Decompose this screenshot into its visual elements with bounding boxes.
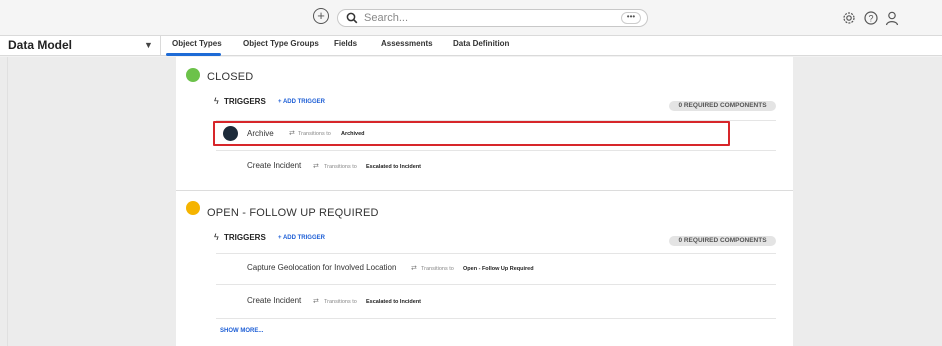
- tab-data-definition[interactable]: Data Definition: [453, 39, 509, 48]
- state-status-dot: [186, 201, 200, 215]
- highlight-box: [213, 121, 730, 146]
- add-trigger-button[interactable]: + ADD TRIGGER: [278, 235, 325, 241]
- divider: [160, 36, 161, 56]
- active-tab-indicator: [166, 53, 221, 56]
- gear-icon[interactable]: [841, 10, 857, 26]
- section-divider: [176, 190, 793, 191]
- transition-target: Open - Follow Up Required: [463, 266, 534, 272]
- state-status-dot: [186, 68, 200, 82]
- bolt-icon: ϟ: [214, 232, 219, 242]
- transition-arrows-icon: ⇄: [313, 298, 319, 305]
- triggers-label: TRIGGERS: [224, 233, 266, 242]
- svg-text:?: ?: [868, 14, 873, 24]
- help-icon[interactable]: ?: [863, 10, 879, 26]
- tab-object-types[interactable]: Object Types: [172, 39, 222, 48]
- transition-arrows-icon: ⇄: [313, 163, 319, 170]
- plus-circle-icon[interactable]: +: [313, 8, 329, 24]
- divider: [216, 253, 776, 254]
- left-panel: [0, 57, 8, 346]
- transition-label: Transitions to: [324, 164, 357, 170]
- triggers-label: TRIGGERS: [224, 97, 266, 106]
- transition-label: Transitions to: [421, 266, 454, 272]
- chevron-down-icon[interactable]: ▼: [144, 40, 153, 50]
- state-title: CLOSED: [207, 71, 254, 83]
- top-bar: + Search... ••• ?: [0, 0, 942, 36]
- bolt-icon: ϟ: [214, 96, 219, 106]
- trigger-name[interactable]: Capture Geolocation for Involved Locatio…: [247, 263, 396, 272]
- required-components-badge: 0 REQUIRED COMPONENTS: [669, 101, 776, 111]
- divider: [216, 150, 776, 151]
- tab-fields[interactable]: Fields: [334, 39, 357, 48]
- required-components-badge: 0 REQUIRED COMPONENTS: [669, 236, 776, 246]
- divider: [216, 284, 776, 285]
- transition-arrows-icon: ⇄: [411, 265, 417, 272]
- add-trigger-button[interactable]: + ADD TRIGGER: [278, 99, 325, 105]
- transition-target: Escalated to Incident: [366, 164, 422, 170]
- trigger-name[interactable]: Create Incident: [247, 296, 301, 305]
- page-title: Data Model: [8, 38, 73, 52]
- state-title: OPEN - FOLLOW UP REQUIRED: [207, 207, 379, 219]
- search-input[interactable]: Search... •••: [337, 9, 648, 27]
- tab-assessments[interactable]: Assessments: [381, 39, 433, 48]
- trigger-name[interactable]: Create Incident: [247, 161, 301, 170]
- transition-target: Escalated to Incident: [366, 299, 422, 305]
- search-placeholder: Search...: [364, 12, 409, 24]
- tab-object-type-groups[interactable]: Object Type Groups: [243, 39, 319, 48]
- transition-label: Transitions to: [324, 299, 357, 305]
- show-more-link[interactable]: SHOW MORE...: [220, 328, 263, 334]
- nav-bar: Data Model ▼ Object Types Object Type Gr…: [0, 36, 942, 56]
- user-icon[interactable]: [884, 10, 900, 26]
- divider: [216, 318, 776, 319]
- search-icon: [346, 12, 358, 24]
- more-options-icon[interactable]: •••: [621, 12, 641, 24]
